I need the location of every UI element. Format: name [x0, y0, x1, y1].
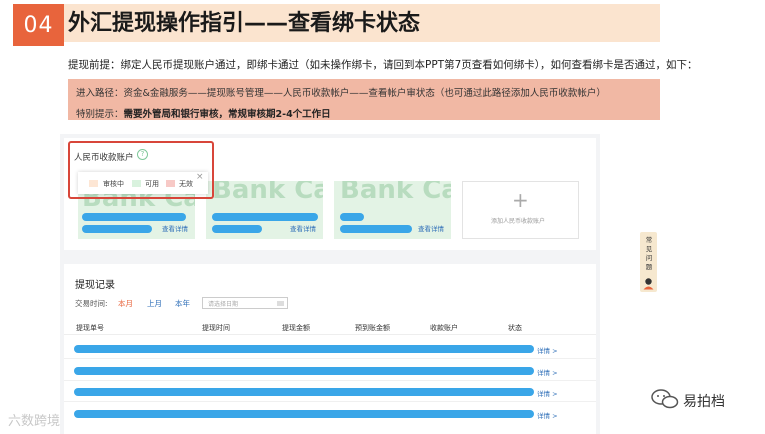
- row-detail-link[interactable]: 详情 >: [537, 388, 558, 398]
- column-header: 收款账户: [430, 324, 458, 332]
- support-avatar-icon: [643, 278, 654, 290]
- view-detail-link[interactable]: 查看详情: [162, 223, 188, 233]
- question-icon[interactable]: ?: [137, 149, 148, 160]
- records-title: 提现记录: [75, 280, 115, 291]
- masked-record-row: [74, 388, 534, 396]
- card-watermark: Bank Ca: [212, 181, 323, 205]
- row-detail-link[interactable]: 详情 >: [537, 410, 558, 420]
- column-header: 状态: [508, 324, 522, 332]
- page-title: 外汇提现操作指引——查看绑卡状态: [68, 11, 421, 36]
- row-divider: [64, 380, 596, 381]
- legend-swatch-reviewing: [89, 180, 98, 187]
- tip-label: 特别提示：: [76, 109, 124, 120]
- filter-this-month[interactable]: 本月: [118, 298, 133, 309]
- date-picker-input[interactable]: 请选择日期: [202, 297, 288, 309]
- path-note: 进入路径：资金&金融服务——提现账号管理——人民币收款帐户——查看帐户审状态（也…: [76, 88, 606, 99]
- row-detail-link[interactable]: 详情 >: [537, 367, 558, 377]
- premise-text: 提现前提：绑定人民币提现账户通过，即绑卡通过（如未操作绑卡，请回到本PPT第7页…: [68, 59, 698, 71]
- legend-swatch-available: [132, 180, 141, 187]
- wechat-icon: [651, 389, 679, 409]
- bank-card-2[interactable]: Bank Ca 查看详情: [206, 181, 323, 239]
- calendar-icon: [277, 301, 284, 306]
- section-number: 04: [13, 4, 64, 46]
- bank-card-3[interactable]: Bank Ca 查看详情: [334, 181, 451, 239]
- row-divider: [64, 358, 596, 359]
- filter-last-month[interactable]: 上月: [147, 298, 162, 309]
- view-detail-link[interactable]: 查看详情: [290, 223, 316, 233]
- masked-record-row: [74, 367, 534, 375]
- watermark-right: 易拍档: [683, 394, 725, 410]
- column-header: 预到账金额: [355, 324, 390, 332]
- slide: 04 外汇提现操作指引——查看绑卡状态 提现前提：绑定人民币提现账户通过，即绑卡…: [0, 0, 765, 434]
- special-tip: 特别提示：需要外管局和银行审核，常规审核期2-4个工作日: [76, 106, 331, 120]
- row-detail-link[interactable]: 详情 >: [537, 345, 558, 355]
- tip-text: 需要外管局和银行审核，常规审核期2-4个工作日: [123, 109, 331, 120]
- legend-invalid: 无效: [179, 180, 193, 188]
- faq-label: 常见问题: [645, 236, 653, 271]
- add-account-label: 添加人民币收款账户: [491, 218, 546, 225]
- masked-account-info: [82, 225, 152, 233]
- legend-reviewing: 审核中: [103, 180, 124, 188]
- masked-account-info: [212, 213, 318, 221]
- masked-account-info: [340, 225, 412, 233]
- masked-account-info: [340, 213, 364, 221]
- row-divider: [64, 401, 596, 402]
- date-placeholder: 请选择日期: [208, 301, 239, 308]
- filter-this-year[interactable]: 本年: [175, 298, 190, 309]
- card-watermark: Bank Ca: [340, 181, 451, 205]
- view-detail-link[interactable]: 查看详情: [418, 223, 444, 233]
- legend-swatch-invalid: [166, 180, 175, 187]
- column-header: 提现单号: [76, 324, 104, 332]
- plus-icon: +: [512, 188, 529, 212]
- close-icon[interactable]: ×: [196, 172, 204, 182]
- header-divider: [64, 334, 596, 335]
- time-label: 交易时间:: [75, 299, 108, 308]
- column-header: 提现金额: [282, 324, 310, 332]
- masked-account-info: [212, 225, 262, 233]
- column-header: 提现时间: [202, 324, 230, 332]
- masked-record-row: [74, 410, 534, 418]
- legend-available: 可用: [145, 180, 159, 188]
- accounts-title: 人民币收款账户: [74, 153, 134, 163]
- watermark-left: 六数跨境: [8, 414, 61, 429]
- masked-account-info: [82, 213, 186, 221]
- masked-record-row: [74, 345, 534, 353]
